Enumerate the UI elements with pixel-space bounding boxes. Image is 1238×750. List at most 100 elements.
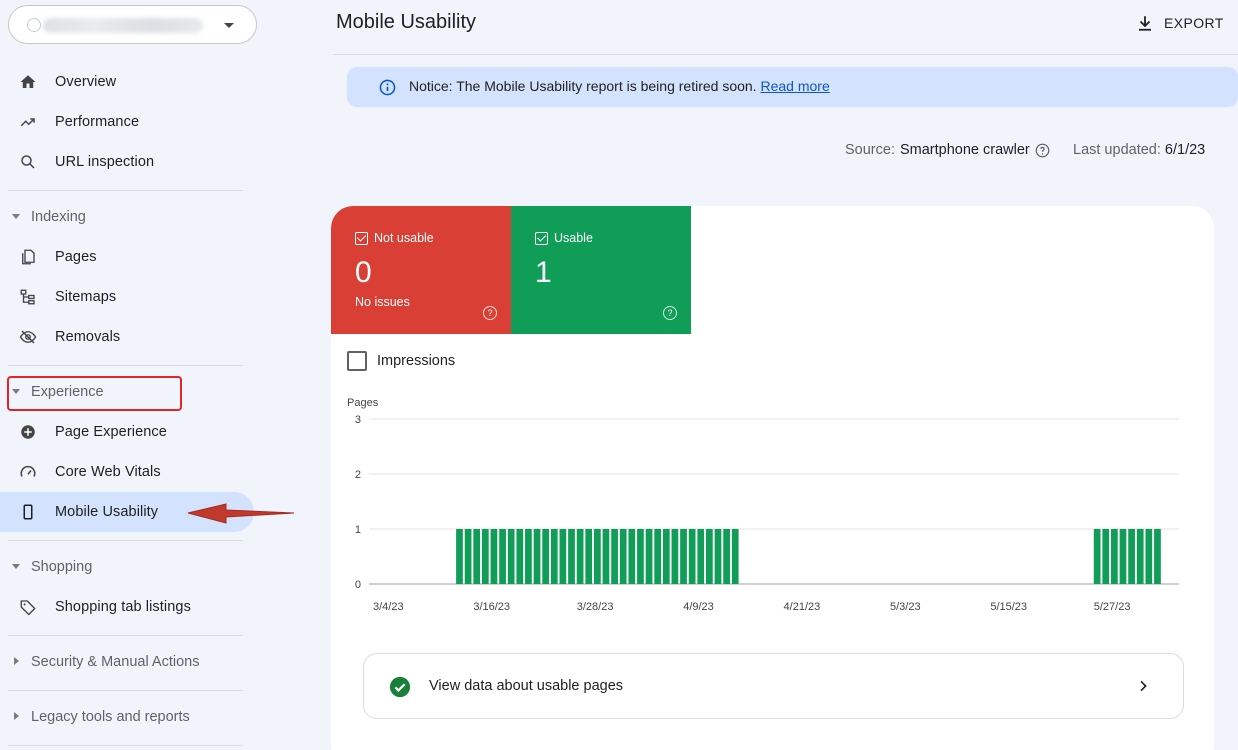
pages-icon	[22, 249, 35, 265]
chart-bar[interactable]	[680, 529, 687, 584]
sidebar-item-pages[interactable]: Pages	[0, 237, 254, 277]
chart-bar[interactable]	[688, 529, 696, 584]
y-tick-label: 1	[355, 524, 361, 536]
chart-bar[interactable]	[1136, 529, 1144, 584]
checkbox-unchecked-icon[interactable]	[347, 351, 367, 371]
chart-bar[interactable]	[662, 529, 670, 584]
chart-bar[interactable]	[456, 529, 463, 584]
chart-bar[interactable]	[654, 529, 662, 584]
eye-off-icon	[19, 330, 37, 344]
sidebar-item-performance[interactable]: Performance	[0, 102, 254, 142]
annotation-arrow-icon	[187, 503, 295, 524]
chart-bar[interactable]	[671, 529, 679, 584]
chart-bar[interactable]	[731, 529, 739, 584]
help-icon[interactable]	[1035, 143, 1050, 158]
x-tick-label: 3/4/23	[373, 601, 404, 613]
not-usable-tile[interactable]: Not usable 0 No issues ?	[331, 206, 511, 334]
chart-bar[interactable]	[473, 529, 481, 584]
impressions-checkbox[interactable]: Impressions	[347, 351, 455, 371]
chart-bar[interactable]	[1145, 529, 1153, 584]
chart-bar[interactable]	[542, 529, 550, 584]
chart-bar[interactable]	[628, 529, 636, 584]
chart-bar[interactable]	[499, 529, 506, 584]
export-button[interactable]: EXPORT	[1136, 10, 1224, 36]
chart-bar[interactable]	[1102, 529, 1110, 584]
caret-down-icon	[12, 564, 20, 569]
chart-bar[interactable]	[507, 529, 515, 584]
chart-bar[interactable]	[481, 529, 489, 584]
checkbox-checked-icon[interactable]	[355, 232, 368, 245]
tile-subtext: No issues	[355, 295, 410, 309]
chart-bar[interactable]	[697, 529, 705, 584]
chart-bar[interactable]	[568, 529, 575, 584]
property-name-redacted	[43, 18, 203, 33]
sidebar: Overview Performance URL inspection Inde…	[0, 0, 300, 750]
chart-bar[interactable]	[550, 529, 558, 584]
home-icon	[20, 75, 36, 88]
updated-label: Last updated:	[1073, 142, 1161, 158]
info-icon	[379, 79, 396, 96]
chart-bar[interactable]	[1119, 529, 1127, 584]
sidebar-item-sitemaps[interactable]: Sitemaps	[0, 277, 254, 317]
chart-bar[interactable]	[714, 529, 722, 584]
chart-bar[interactable]	[645, 529, 653, 584]
sidebar-item-shopping-tab-listings[interactable]: Shopping tab listings	[0, 587, 254, 627]
chart-bar[interactable]	[723, 529, 730, 584]
chart-bar[interactable]	[1154, 529, 1161, 584]
trending-up-icon	[20, 118, 35, 127]
chart-bar[interactable]	[559, 529, 567, 584]
help-icon[interactable]: ?	[483, 306, 497, 320]
chart-bar[interactable]	[1128, 529, 1135, 584]
chart-bar[interactable]	[602, 529, 610, 584]
usable-tile[interactable]: Usable 1 ?	[511, 206, 691, 334]
pages-bar-chart: Pages 0 1 2 3 3/4/23 3/16/23 3/28/23 4/9/23 4/21…	[347, 397, 1179, 613]
chart-bar[interactable]	[576, 529, 584, 584]
chart-bar[interactable]	[706, 529, 713, 584]
x-tick-label: 3/28/23	[577, 601, 614, 613]
updated-value: 6/1/23	[1164, 142, 1206, 158]
property-selector[interactable]	[8, 5, 257, 44]
caret-right-icon	[14, 657, 19, 665]
view-usable-pages-button[interactable]: View data about usable pages	[363, 653, 1184, 719]
download-icon	[1139, 16, 1151, 31]
chart-bar[interactable]	[525, 529, 532, 584]
sidebar-item-label: Pages	[55, 249, 97, 265]
page-title: Mobile Usability	[336, 11, 477, 33]
tile-value: 1	[535, 256, 552, 289]
chart-bar[interactable]	[637, 529, 644, 584]
section-security-manual-actions[interactable]: Security & Manual Actions	[0, 647, 240, 677]
gauge-icon	[20, 465, 36, 477]
smartphone-icon	[23, 504, 33, 520]
chart-bar[interactable]	[611, 529, 618, 584]
source-label: Source:	[845, 142, 895, 158]
sidebar-item-label: Shopping tab listings	[55, 599, 191, 615]
checkbox-checked-icon[interactable]	[535, 232, 548, 245]
sidebar-item-label: Removals	[55, 329, 121, 345]
x-tick-label: 5/27/23	[1094, 601, 1131, 613]
chart-bar[interactable]	[1093, 529, 1101, 584]
chart-bar[interactable]	[516, 529, 524, 584]
chart-bar[interactable]	[533, 529, 541, 584]
sidebar-item-removals[interactable]: Removals	[0, 317, 254, 357]
chart-bar[interactable]	[464, 529, 472, 584]
chart-bar[interactable]	[619, 529, 627, 584]
read-more-link[interactable]: Read more	[760, 78, 829, 94]
chart-bar[interactable]	[1111, 529, 1118, 584]
last-updated: Last updated: 6/1/23	[1073, 142, 1205, 158]
y-tick-label: 3	[355, 414, 361, 426]
section-label: Shopping	[31, 559, 93, 575]
y-tick-label: 2	[355, 469, 361, 481]
sidebar-item-core-web-vitals[interactable]: Core Web Vitals	[0, 452, 254, 492]
chart-bar[interactable]	[585, 529, 593, 584]
chart-bar[interactable]	[490, 529, 498, 584]
section-shopping[interactable]: Shopping	[0, 552, 240, 582]
section-indexing[interactable]: Indexing	[0, 202, 240, 232]
sidebar-item-page-experience[interactable]: Page Experience	[0, 412, 254, 452]
section-legacy-tools[interactable]: Legacy tools and reports	[0, 702, 240, 732]
sidebar-item-url-inspection[interactable]: URL inspection	[0, 142, 254, 182]
sidebar-item-overview[interactable]: Overview	[0, 62, 254, 102]
impressions-label: Impressions	[377, 353, 456, 369]
chevron-right-icon	[1140, 680, 1147, 692]
chart-bar[interactable]	[593, 529, 601, 584]
help-icon[interactable]: ?	[663, 306, 677, 320]
